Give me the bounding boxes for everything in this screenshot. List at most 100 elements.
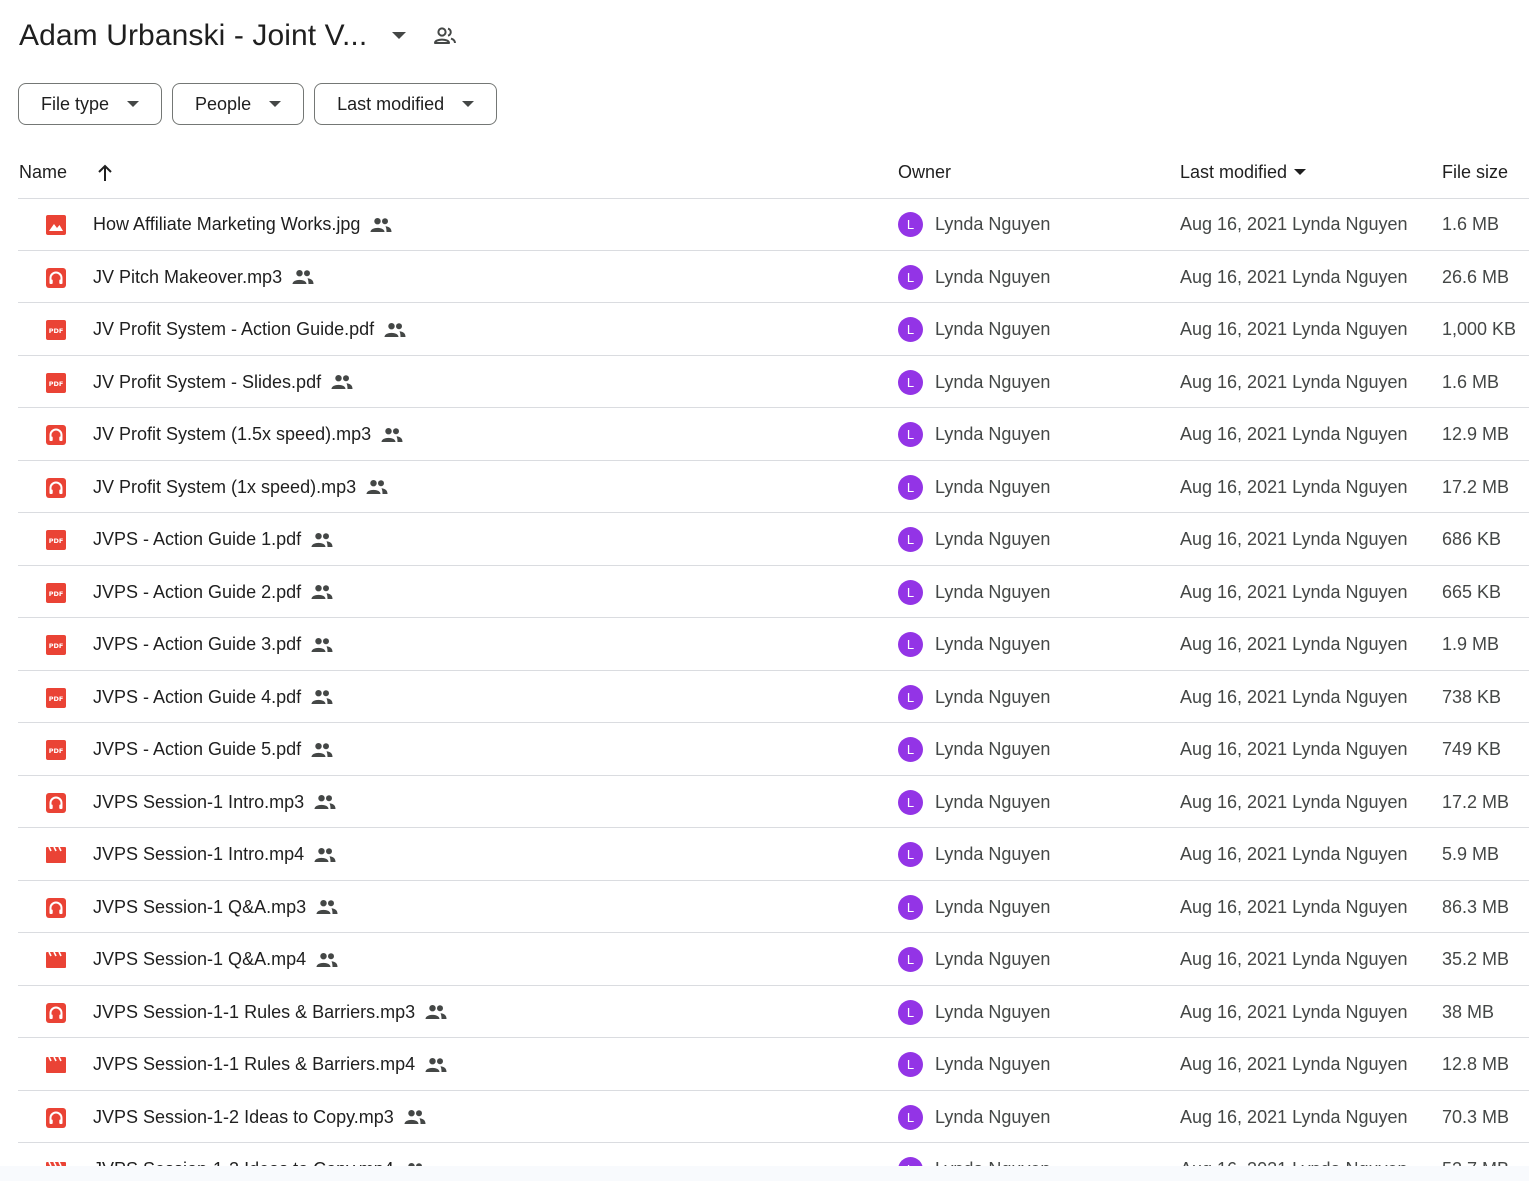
shared-people-icon [425, 1055, 449, 1075]
table-row[interactable]: JVPS Session-1-1 Rules & Barriers.mp4 L Ly… [18, 1038, 1529, 1091]
shared-people-icon [370, 215, 394, 235]
pdf-file-icon: PDF [45, 319, 67, 341]
file-name-cell: JVPS - Action Guide 4.pdf [93, 687, 335, 708]
owner-name: Lynda Nguyen [935, 634, 1051, 654]
table-row[interactable]: How Affiliate Marketing Works.jpg L Lynda … [18, 198, 1529, 251]
last-modified-value: Aug 16, 2021 Lynda Nguyen [1180, 634, 1408, 654]
file-name-cell: JVPS Session-1 Q&A.mp3 [93, 897, 340, 918]
avatar: L [898, 317, 923, 342]
last-modified-value: Aug 16, 2021 Lynda Nguyen [1180, 371, 1408, 392]
svg-text:PDF: PDF [49, 642, 64, 650]
file-name-cell: How Affiliate Marketing Works.jpg [93, 214, 394, 235]
file-table: Name Owner Last modified File size How A… [18, 145, 1529, 1181]
table-row[interactable]: PDF JVPS - Action Guide 3.pdf L Lynda Nguye… [18, 618, 1529, 671]
arrow-upward-icon[interactable] [97, 163, 117, 183]
pdf-file-icon: PDF [45, 634, 67, 656]
avatar: L [898, 894, 923, 920]
last-modified-value: Aug 16, 2021 Lynda Nguyen [1180, 949, 1408, 969]
owner-column-header: Owner [898, 162, 952, 182]
audio-file-icon [45, 897, 67, 919]
people-filter-chip[interactable]: People [172, 83, 305, 125]
video-file-icon [45, 1054, 67, 1076]
last-modified-value: Aug 16, 2021 Lynda Nguyen [1180, 424, 1408, 444]
table-row[interactable]: JV Profit System (1x speed).mp3 L Lynda Ng… [18, 461, 1529, 513]
last-modified-value: Aug 16, 2021 Lynda Nguyen [1180, 1054, 1408, 1074]
avatar: L [898, 737, 923, 762]
owner-name: Lynda Nguyen [935, 476, 1051, 497]
file-name-cell: JV Profit System - Slides.pdf [93, 372, 355, 393]
owner-name: Lynda Nguyen [935, 1001, 1051, 1022]
file-name: JV Profit System - Slides.pdf [93, 371, 322, 392]
table-row[interactable]: PDF JVPS - Action Guide 4.pdf L Lynda Nguye… [18, 671, 1529, 723]
title-bar: Adam Urbanski - Joint V... [19, 14, 459, 58]
table-row[interactable]: JVPS Session-1 Q&A.mp4 L Lynda Nguyen Aug 1… [18, 933, 1529, 986]
table-row[interactable]: PDF JVPS - Action Guide 1.pdf L Lynda Nguye… [18, 513, 1529, 566]
file-size-value: 738 KB [1442, 686, 1502, 707]
file-rows: How Affiliate Marketing Works.jpg L Lynda … [18, 198, 1529, 1181]
avatar: L [898, 527, 923, 552]
file-name-cell: JVPS - Action Guide 1.pdf [93, 529, 335, 550]
shared-people-icon [311, 582, 335, 602]
file-name-cell: JV Profit System - Action Guide.pdf [93, 319, 408, 340]
last-modified-header-label: Last modified [1180, 162, 1288, 182]
table-row[interactable]: JVPS Session-1 Intro.mp3 L Lynda Nguyen Aug… [18, 776, 1529, 828]
table-row[interactable]: JVPS Session-1 Q&A.mp3 L Lynda Nguyen Aug 1… [18, 881, 1529, 933]
table-row[interactable]: JVPS Session-1-1 Rules & Barriers.mp3 L Ly… [18, 986, 1529, 1038]
last-modified-value: Aug 16, 2021 Lynda Nguyen [1180, 739, 1408, 759]
audio-file-icon [45, 792, 67, 814]
video-file-icon [45, 844, 67, 866]
shared-people-icon [292, 267, 316, 287]
file-name-cell: JV Profit System (1.5x speed).mp3 [93, 424, 405, 445]
file-type-filter-chip[interactable]: File type [18, 83, 163, 125]
svg-text:PDF: PDF [49, 747, 64, 755]
last-modified-column-header[interactable]: Last modified [1180, 162, 1307, 183]
table-header: Name Owner Last modified File size [18, 145, 1529, 199]
avatar: L [898, 212, 923, 237]
last-modified-value: Aug 16, 2021 Lynda Nguyen [1180, 896, 1408, 917]
owner-name: Lynda Nguyen [935, 319, 1051, 339]
folder-title[interactable]: Adam Urbanski - Joint V... [19, 19, 367, 53]
arrow-drop-down-icon [1294, 169, 1307, 176]
people-outline-icon[interactable] [431, 22, 459, 50]
table-row[interactable]: PDF JV Profit System - Slides.pdf L Lynda N… [18, 356, 1529, 408]
file-size-value: 17.2 MB [1442, 791, 1510, 812]
table-row[interactable]: JVPS Session-1 Intro.mp4 L Lynda Nguyen Aug… [18, 828, 1529, 881]
file-size-value: 1,000 KB [1442, 319, 1517, 339]
file-name: JVPS - Action Guide 4.pdf [93, 686, 302, 707]
shared-people-icon [316, 950, 340, 970]
table-row[interactable]: JV Pitch Makeover.mp3 L Lynda Nguyen Aug 16… [18, 251, 1529, 303]
last-modified-value: Aug 16, 2021 Lynda Nguyen [1180, 266, 1408, 287]
file-size-value: 1.9 MB [1442, 634, 1500, 654]
file-name: How Affiliate Marketing Works.jpg [93, 214, 361, 234]
filter-chips: File type People Last modified [18, 83, 498, 125]
table-row[interactable]: PDF JV Profit System - Action Guide.pdf L L… [18, 303, 1529, 356]
image-file-icon [45, 214, 67, 236]
shared-people-icon [311, 530, 335, 550]
table-row[interactable]: JV Profit System (1.5x speed).mp3 L Lynda … [18, 408, 1529, 461]
svg-text:PDF: PDF [49, 380, 64, 388]
shared-people-icon [381, 425, 405, 445]
last-modified-filter-chip[interactable]: Last modified [314, 83, 498, 125]
file-name-cell: JV Pitch Makeover.mp3 [93, 267, 316, 288]
owner-name: Lynda Nguyen [935, 1106, 1051, 1127]
avatar: L [898, 684, 923, 710]
owner-name: Lynda Nguyen [935, 214, 1051, 234]
arrow-drop-down-icon[interactable] [387, 24, 411, 48]
audio-file-icon [45, 267, 67, 289]
file-name: JV Profit System (1.5x speed).mp3 [93, 424, 372, 444]
table-row[interactable]: PDF JVPS - Action Guide 2.pdf L Lynda Nguye… [18, 566, 1529, 618]
table-row[interactable]: PDF JVPS - Action Guide 5.pdf L Lynda Nguye… [18, 723, 1529, 776]
owner-name: Lynda Nguyen [935, 739, 1051, 759]
table-row[interactable]: JVPS Session-1-2 Ideas to Copy.mp3 L Lynda… [18, 1091, 1529, 1143]
owner-name: Lynda Nguyen [935, 949, 1051, 969]
file-size-value: 26.6 MB [1442, 266, 1510, 287]
file-size-value: 38 MB [1442, 1001, 1495, 1022]
name-column-header[interactable]: Name [19, 162, 117, 183]
svg-text:PDF: PDF [49, 695, 64, 703]
file-name: JVPS Session-1-1 Rules & Barriers.mp3 [93, 1001, 416, 1022]
file-size-value: 686 KB [1442, 529, 1502, 549]
audio-file-icon [45, 1002, 67, 1024]
last-modified-value: Aug 16, 2021 Lynda Nguyen [1180, 476, 1408, 497]
avatar: L [898, 1104, 923, 1130]
shared-people-icon [311, 687, 335, 707]
